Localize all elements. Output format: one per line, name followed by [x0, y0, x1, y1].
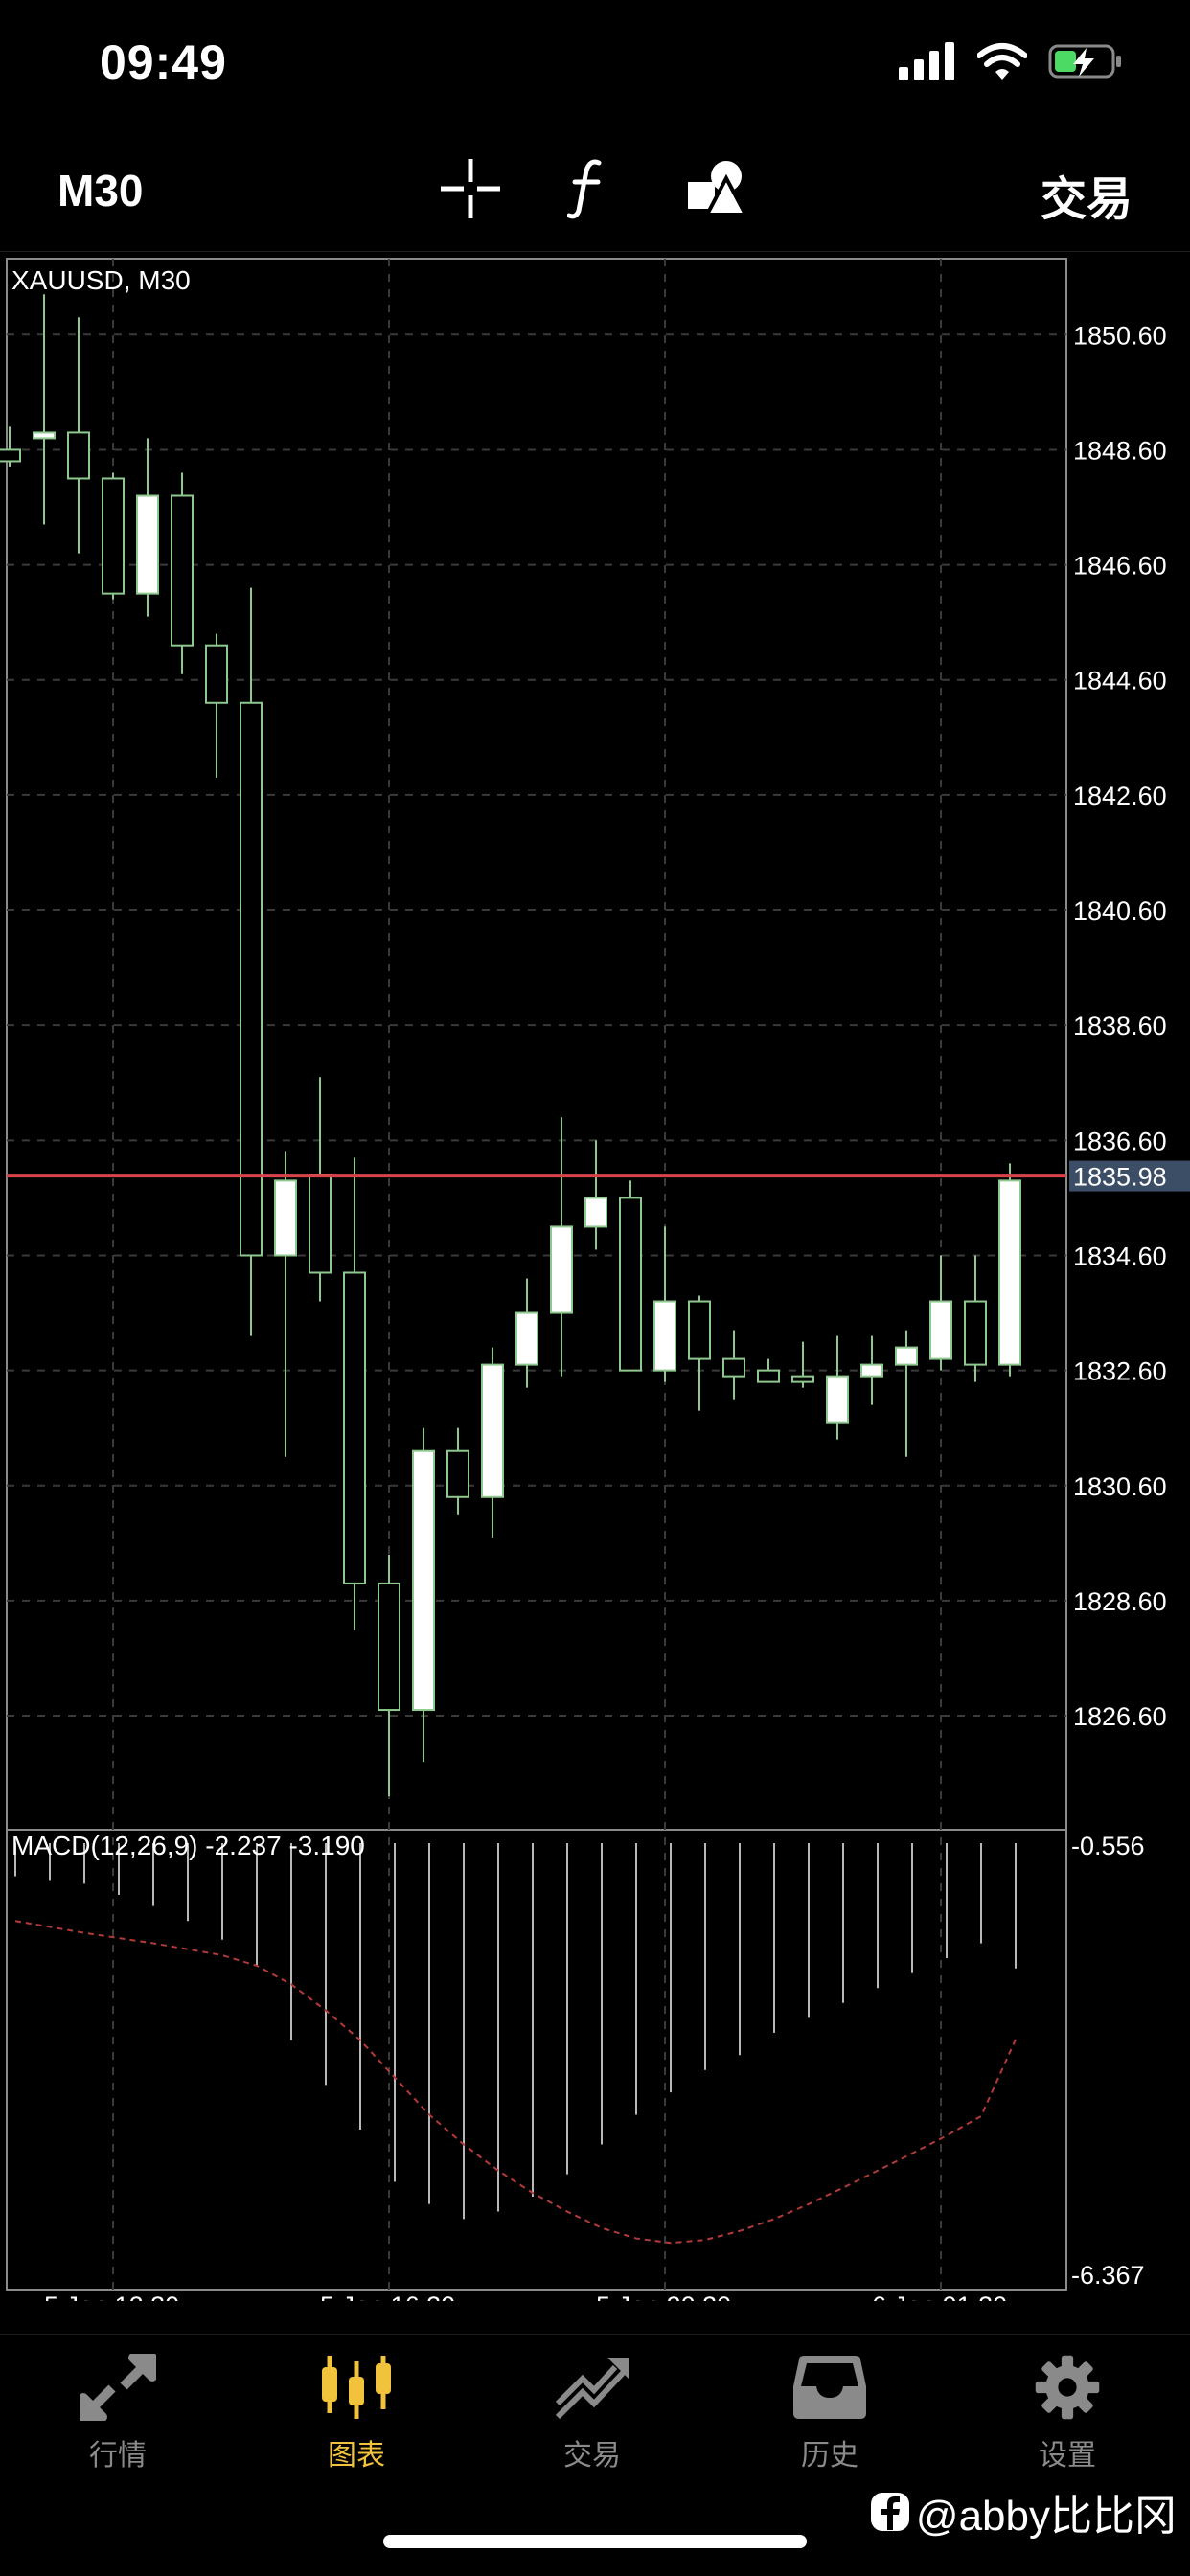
candle-body [0, 448, 21, 463]
price-tick-label: 1838.60 [1073, 1012, 1167, 1040]
quotes-arrows-icon [79, 2353, 157, 2422]
candle-body [584, 1197, 607, 1228]
status-time: 09:49 [100, 35, 227, 89]
status-icons [899, 42, 1123, 80]
status-bar: 09:49 [0, 0, 1190, 134]
candle-body [412, 1449, 435, 1712]
candle-body [860, 1363, 883, 1378]
candles-chart-icon [322, 2356, 391, 2419]
function-icon[interactable] [567, 157, 606, 220]
price-tick-label: 1832.60 [1073, 1357, 1167, 1386]
tab-trade[interactable]: 交易 [515, 2354, 669, 2473]
candle-body [895, 1346, 918, 1366]
macd-label: MACD(12,26,9) -2.237 -3.190 [11, 1831, 365, 1860]
tab-charts-label: 图表 [328, 2440, 385, 2472]
facebook-logo-icon [870, 2493, 909, 2531]
candle-body [102, 477, 125, 595]
cellular-signal-icon [899, 42, 954, 80]
tab-charts[interactable]: 图表 [280, 2354, 433, 2473]
history-inbox-icon [793, 2356, 866, 2419]
symbol-label: XAUUSD, M30 [11, 265, 191, 295]
macd-frame [6, 1829, 1067, 2291]
time-tick-label: 5 Jan 20:30 [596, 2291, 731, 2301]
candle-body [378, 1582, 400, 1712]
candle-body [274, 1179, 297, 1257]
candle-body [240, 701, 263, 1257]
watermark: @abby比比冈 [870, 2481, 1177, 2542]
tab-history[interactable]: 历史 [753, 2354, 906, 2473]
price-tick-label: 1846.60 [1073, 552, 1167, 581]
candle-body [515, 1311, 538, 1366]
price-tick-label: 1850.60 [1073, 321, 1167, 350]
chart-toolbar: M30 交易 [0, 134, 1190, 252]
candle-body [481, 1363, 504, 1498]
crosshair-icon[interactable] [439, 157, 502, 220]
time-tick-label: 6 Jan 01:30 [872, 2291, 1007, 2301]
candle-body [619, 1197, 642, 1372]
candle-body [67, 431, 90, 480]
candle-body [171, 494, 194, 647]
time-tick-label: 5 Jan 12:30 [44, 2291, 179, 2301]
macd-top-label: -0.556 [1071, 1832, 1145, 1860]
candle-body [205, 644, 228, 704]
candle-body [964, 1300, 987, 1366]
main-chart-frame [6, 258, 1067, 1831]
candle-body [136, 494, 159, 595]
shapes-icon[interactable] [686, 157, 747, 218]
candle-body [688, 1300, 711, 1360]
macd-signal-line [14, 1920, 1017, 2245]
price-tick-label: 1840.60 [1073, 897, 1167, 925]
price-tick-label: 1830.60 [1073, 1472, 1167, 1501]
price-tick-label: 1826.60 [1073, 1702, 1167, 1731]
candle-body [550, 1225, 573, 1314]
tab-settings-label: 设置 [1039, 2440, 1096, 2472]
candle-body [826, 1375, 849, 1424]
timeframe-button[interactable]: M30 [57, 165, 143, 217]
price-tick-label: 1844.60 [1073, 667, 1167, 695]
price-tick-label: 1834.60 [1073, 1242, 1167, 1270]
battery-charging-icon [1048, 44, 1121, 79]
trade-button[interactable]: 交易 [1041, 161, 1133, 228]
price-tick-label: 1842.60 [1073, 782, 1167, 810]
candle-body [446, 1449, 469, 1498]
tab-settings[interactable]: 设置 [991, 2354, 1144, 2473]
current-price-label: 1835.98 [1073, 1163, 1167, 1192]
home-indicator[interactable] [383, 2535, 807, 2548]
watermark-text: @abby比比冈 [915, 2493, 1177, 2540]
tab-history-label: 历史 [801, 2440, 858, 2472]
price-chart[interactable]: 1850.60 1848.60 1846.60 1844.60 1842.60 1840.… [0, 251, 1190, 2301]
wifi-icon [977, 43, 1027, 80]
candle-body [722, 1357, 745, 1378]
tab-quotes[interactable]: 行情 [41, 2353, 195, 2473]
candle-body [309, 1174, 332, 1274]
tab-quotes-label: 行情 [89, 2440, 147, 2472]
trade-trend-icon [555, 2358, 629, 2420]
price-tick-label: 1848.60 [1073, 436, 1167, 465]
time-tick-label: 5 Jan 16:30 [320, 2291, 455, 2301]
macd-bottom-label: -6.367 [1071, 2261, 1145, 2290]
candle-body [33, 431, 56, 440]
candle-body [791, 1375, 814, 1383]
tab-trade-label: 交易 [563, 2440, 621, 2472]
candle-body [998, 1179, 1021, 1366]
settings-gear-icon [1035, 2355, 1100, 2420]
price-tick-label: 1828.60 [1073, 1587, 1167, 1616]
price-tick-label: 1836.60 [1073, 1127, 1167, 1155]
candle-body [653, 1300, 676, 1372]
candle-body [343, 1271, 366, 1584]
candle-body [757, 1369, 780, 1383]
candle-body [929, 1300, 952, 1360]
